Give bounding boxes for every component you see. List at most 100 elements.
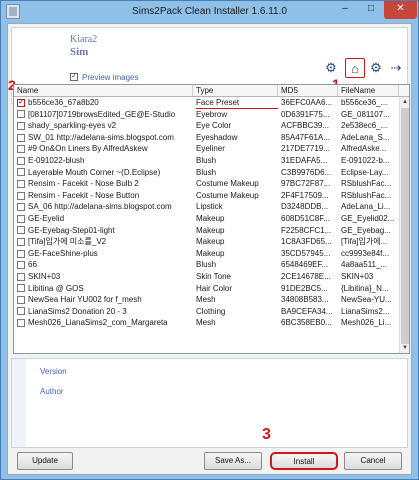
row-md5: 2F4F1750​9... <box>281 190 329 200</box>
row-md5: 34808B583... <box>281 295 329 305</box>
table-row[interactable]: NewSea Hair YU002 for f_mesh Mesh 34808B58… <box>14 294 399 306</box>
row-type: Makeup <box>196 237 225 247</box>
row-checkbox[interactable] <box>17 295 25 304</box>
row-filename: RSblushFac... <box>341 190 392 200</box>
table-row[interactable]: shady_sparkling-eyes v2 Eye Color ACFBBC39… <box>14 120 399 132</box>
row-name: Libitina @ GOS <box>28 283 84 293</box>
home-icon[interactable]: ⌂ <box>345 58 365 78</box>
table-row[interactable]: GE-FaceShine-plus Makeup 35CD57945... cc999… <box>14 248 399 260</box>
table-row[interactable]: Mesh026_LianaSims2_com_Margareta Mesh 6BC3… <box>14 317 399 329</box>
row-checkbox[interactable] <box>17 307 25 316</box>
row-md5: F2258CFC1... <box>281 225 332 235</box>
row-type: Costume Makeup <box>196 179 259 189</box>
table-row[interactable]: [Tifa]입가에 미소를_V2 Makeup 1C8A3FD65... [Tifa]… <box>14 236 399 248</box>
row-filename: AdeLana_S... <box>341 132 390 142</box>
row-checkbox[interactable] <box>17 203 25 212</box>
save-as-button[interactable]: Save As... <box>204 452 262 470</box>
table-row[interactable]: SA_06 http://adelana-sims.blogspot.com Li… <box>14 201 399 213</box>
row-type: Makeup <box>196 225 225 235</box>
scroll-down-icon[interactable]: ▼ <box>400 343 410 353</box>
preview-images-checkbox[interactable]: ✓ <box>70 73 78 81</box>
table-row[interactable]: Rensim - Facekit - Nose Button Costume Ma… <box>14 190 399 202</box>
table-row[interactable]: SKIN+03 Skin Tone 2CE14678E... SKIN+03 <box>14 271 399 283</box>
table-row[interactable]: Rensim - Facekit - Nose Bulb 2 Costume Ma… <box>14 178 399 190</box>
row-checkbox[interactable] <box>17 261 25 270</box>
row-name: Rensim - Facekit - Nose Button <box>28 190 140 200</box>
close-button[interactable]: ✕ <box>384 1 417 19</box>
row-checkbox[interactable] <box>17 249 25 258</box>
table-row[interactable]: 66 Blush 6548469EF... 4a8aa511_... <box>14 259 399 271</box>
row-md5: 35CD57945... <box>281 248 331 258</box>
cancel-button[interactable]: Cancel <box>344 452 402 470</box>
table-row[interactable]: Libitina @ GOS Hair Color 91DE2BC5... {Libi… <box>14 283 399 295</box>
column-md5[interactable]: MD5 <box>278 85 338 96</box>
row-checkbox[interactable] <box>17 168 25 177</box>
row-type: Eye Color <box>196 121 232 131</box>
row-checkbox[interactable] <box>17 226 25 235</box>
vertical-scrollbar[interactable]: ▲ ▼ <box>399 97 409 353</box>
row-filename: GE_Eyebag... <box>341 225 391 235</box>
app-window: Sims2Pack Clean Installer 1.6.11.0 – □ ✕… <box>0 0 419 480</box>
table-row[interactable]: E-091022-blush Blush 31EDAFA5... E-091022-b… <box>14 155 399 167</box>
table-row[interactable]: Layerable Mouth Corner ~(D.Eclipse) Blush… <box>14 167 399 179</box>
package-list: Name Type MD5 FileName ✓ b556ce36_67a8b20… <box>13 84 410 354</box>
row-type: Lipstick <box>196 202 223 212</box>
row-md5: 0D6391F75... <box>281 109 330 119</box>
table-row[interactable]: GE-Eyebag-Step01-light Makeup F2258CFC1...… <box>14 225 399 237</box>
row-filename: b556ce36_... <box>341 98 388 107</box>
row-checkbox[interactable]: ✓ <box>17 98 25 107</box>
row-name: NewSea Hair YU002 for f_mesh <box>28 295 142 305</box>
gear-icon[interactable]: ⚙ <box>323 60 339 76</box>
row-md5: 6BC358EB0... <box>281 318 332 328</box>
row-checkbox[interactable] <box>17 214 25 223</box>
row-checkbox[interactable] <box>17 272 25 281</box>
row-type: Eyebrow <box>196 109 228 119</box>
minimize-button[interactable]: – <box>332 1 358 19</box>
row-name: SKIN+03 <box>28 271 61 281</box>
info-panel: Version Author <box>11 358 408 448</box>
row-checkbox[interactable] <box>17 284 25 293</box>
row-checkbox[interactable] <box>17 156 25 165</box>
maximize-button[interactable]: □ <box>358 1 384 19</box>
row-checkbox[interactable] <box>17 145 25 154</box>
row-type: Blush <box>196 167 217 177</box>
column-name[interactable]: Name <box>14 85 193 96</box>
row-md5: ACFBBC39... <box>281 121 330 131</box>
row-name: 66 <box>28 260 37 270</box>
table-row[interactable]: #9 On&On Liners By AlfredAskew Eyeliner 21… <box>14 143 399 155</box>
row-checkbox[interactable] <box>17 237 25 246</box>
package-title: Sim <box>70 46 89 58</box>
scroll-up-icon[interactable]: ▲ <box>400 97 410 107</box>
row-type: Eyeshadow <box>196 132 238 142</box>
row-checkbox[interactable] <box>17 319 25 328</box>
table-row[interactable]: [081107]0719browsEdited_GE@E-Studio Eyebr… <box>14 109 399 121</box>
row-checkbox[interactable] <box>17 191 25 200</box>
row-checkbox[interactable] <box>17 179 25 188</box>
scroll-thumb[interactable] <box>401 108 409 344</box>
row-name: SA_06 http://adelana-sims.blogspot.com <box>28 202 172 212</box>
row-type: Mesh <box>196 318 216 328</box>
client-area: Kiara2 Sim ✓ Preview images ⚙ ⌂ ⚙ ⇢ 1 2 … <box>7 23 412 475</box>
update-button[interactable]: Update <box>17 452 73 470</box>
row-filename: SKIN+03 <box>341 271 374 281</box>
install-button[interactable]: Install <box>270 452 338 470</box>
arrow-icon[interactable]: ⇢ <box>388 60 404 76</box>
table-row[interactable]: GE-Eyelid Makeup 608D51C8F... GE_Eyelid02..… <box>14 213 399 225</box>
row-checkbox[interactable] <box>17 121 25 130</box>
column-filename[interactable]: FileName <box>338 85 399 96</box>
list-header: Name Type MD5 FileName <box>14 85 409 97</box>
row-name: E-091022-blush <box>28 155 85 165</box>
table-row[interactable]: ✓ b556ce36_67a8b20 Face Preset 36EFC0AA6...… <box>14 97 399 109</box>
row-type: Makeup <box>196 248 225 258</box>
row-checkbox[interactable] <box>17 110 25 119</box>
plugin-icon[interactable]: ⚙ <box>368 60 384 76</box>
table-row[interactable]: LianaSims2 Donation 20 - 3 Clothing BA9CEF… <box>14 306 399 318</box>
row-md5: 97BC72F87... <box>281 179 331 189</box>
row-name: Rensim - Facekit - Nose Bulb 2 <box>28 179 139 189</box>
column-type[interactable]: Type <box>193 85 278 96</box>
row-checkbox[interactable] <box>17 133 25 142</box>
row-md5: 36EFC0AA6... <box>281 98 333 107</box>
row-filename: GE_Eyelid02... <box>341 213 395 223</box>
table-row[interactable]: SW_01 http://adelana-sims.blogspot.com Ey… <box>14 132 399 144</box>
author-label: Author <box>40 387 64 396</box>
